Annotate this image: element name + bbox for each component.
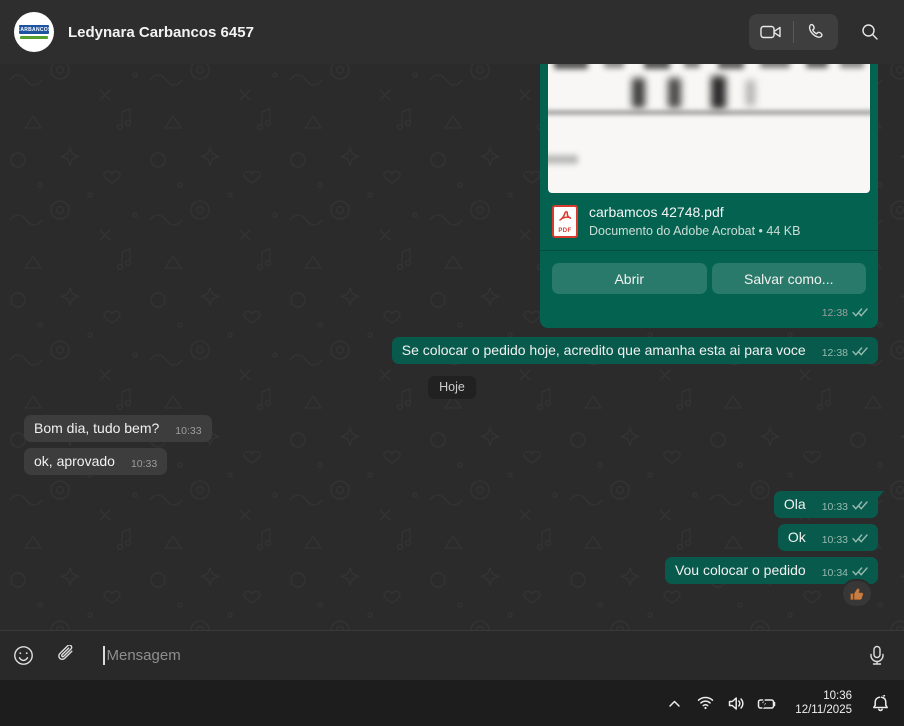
double-check-icon: [852, 531, 868, 547]
pdf-file-row[interactable]: PDF carbamcos 42748.pdf Documento do Ado…: [540, 193, 878, 250]
whatsapp-window: PDF carbamcos 42748.pdf Documento do Ado…: [0, 0, 904, 726]
message-text: Ok: [788, 529, 806, 545]
chevron-up-icon: [668, 699, 681, 708]
pdf-badge-label: PDF: [558, 228, 571, 234]
message-bubble-outgoing[interactable]: Se colocar o pedido hoje, acredito que a…: [392, 337, 878, 364]
avatar-logo-text: CARBANCOS: [19, 25, 49, 34]
pdf-file-texts: carbamcos 42748.pdf Documento do Adobe A…: [589, 204, 800, 238]
battery-status-button[interactable]: [756, 688, 778, 718]
message-time: 10:34: [822, 567, 848, 579]
tray-time: 10:36: [795, 689, 852, 703]
tray-overflow-button[interactable]: [663, 688, 685, 718]
double-check-icon: [852, 344, 868, 360]
voice-message-button[interactable]: [859, 638, 895, 674]
voice-call-button[interactable]: [794, 14, 838, 50]
microphone-icon: [868, 645, 886, 667]
blurred-mark: [746, 80, 755, 106]
wifi-icon: [697, 696, 714, 710]
message-bubble-outgoing[interactable]: Ola 10:33: [774, 491, 878, 518]
chat-header: CARBANCOS Ledynara Carbancos 6457: [0, 0, 904, 64]
pdf-preview-thumbnail[interactable]: [548, 60, 870, 193]
phone-icon: [807, 23, 825, 41]
paperclip-icon: [57, 645, 77, 666]
open-button[interactable]: Abrir: [552, 263, 707, 294]
emoji-smiley-icon: [13, 645, 34, 666]
double-check-icon: [852, 498, 868, 514]
message-text: ok, aprovado: [34, 453, 115, 469]
double-check-icon: [852, 564, 868, 580]
message-time: 12:38: [822, 347, 848, 359]
contact-name[interactable]: Ledynara Carbancos 6457: [68, 24, 254, 41]
message-time: 10:33: [131, 458, 157, 470]
avatar-logo-underline: [20, 36, 48, 39]
message-bubble-incoming[interactable]: ok, aprovado 10:33: [24, 448, 167, 475]
battery-charging-icon: [757, 697, 777, 710]
speaker-icon: [728, 696, 745, 711]
blurred-mark: [632, 78, 645, 108]
tray-date: 12/11/2025: [795, 703, 852, 717]
message-text: Se colocar o pedido hoje, acredito que a…: [402, 342, 806, 358]
search-icon: [861, 23, 879, 41]
volume-status-button[interactable]: [725, 688, 747, 718]
blurred-mark: [711, 76, 726, 109]
text-caret: [103, 646, 105, 665]
pdf-filename: carbamcos 42748.pdf: [589, 204, 800, 220]
acrobat-glyph-icon: [558, 209, 572, 222]
wifi-status-button[interactable]: [694, 688, 716, 718]
message-bubble-incoming[interactable]: Bom dia, tudo bem? 10:33: [24, 415, 212, 442]
search-in-chat-button[interactable]: [852, 14, 888, 50]
message-bubble-outgoing[interactable]: Ok 10:33: [778, 524, 878, 551]
message-text: Bom dia, tudo bem?: [34, 420, 159, 436]
attach-button[interactable]: [49, 638, 85, 674]
windows-taskbar: 10:36 12/11/2025 z: [0, 680, 904, 726]
contact-avatar[interactable]: CARBANCOS: [14, 12, 54, 52]
message-composer: [0, 630, 904, 680]
call-button-group: [749, 14, 838, 50]
pdf-file-meta: Documento do Adobe Acrobat • 44 KB: [589, 224, 800, 238]
notification-center-button[interactable]: z: [869, 688, 891, 718]
bell-dnd-icon: z: [872, 694, 889, 712]
blurred-smudge: [548, 155, 578, 164]
message-time: 10:33: [822, 501, 848, 513]
message-bubble-outgoing[interactable]: Vou colocar o pedido 10:34: [665, 557, 878, 584]
video-call-button[interactable]: [749, 14, 793, 50]
date-divider: Hoje: [428, 376, 476, 399]
video-camera-icon: [760, 24, 782, 40]
blurred-rule-line: [548, 110, 870, 115]
divider: [540, 250, 878, 251]
message-text: Vou colocar o pedido: [675, 562, 806, 578]
thumbs-up-icon: [849, 586, 865, 602]
message-time: 10:33: [175, 425, 201, 437]
message-text: Ola: [784, 496, 806, 512]
double-check-icon: [852, 305, 868, 323]
pdf-file-icon: PDF: [552, 205, 578, 238]
system-tray: 10:36 12/11/2025 z: [663, 688, 891, 718]
emoji-button[interactable]: [5, 638, 41, 674]
message-time: 10:33: [822, 534, 848, 546]
tray-clock[interactable]: 10:36 12/11/2025: [795, 689, 852, 717]
message-time: 12:38: [822, 307, 848, 319]
reaction-badge[interactable]: [841, 579, 873, 608]
save-as-button[interactable]: Salvar como...: [712, 263, 867, 294]
blurred-mark: [668, 78, 681, 108]
document-message-bubble[interactable]: PDF carbamcos 42748.pdf Documento do Ado…: [540, 52, 878, 328]
message-input[interactable]: [107, 647, 860, 664]
